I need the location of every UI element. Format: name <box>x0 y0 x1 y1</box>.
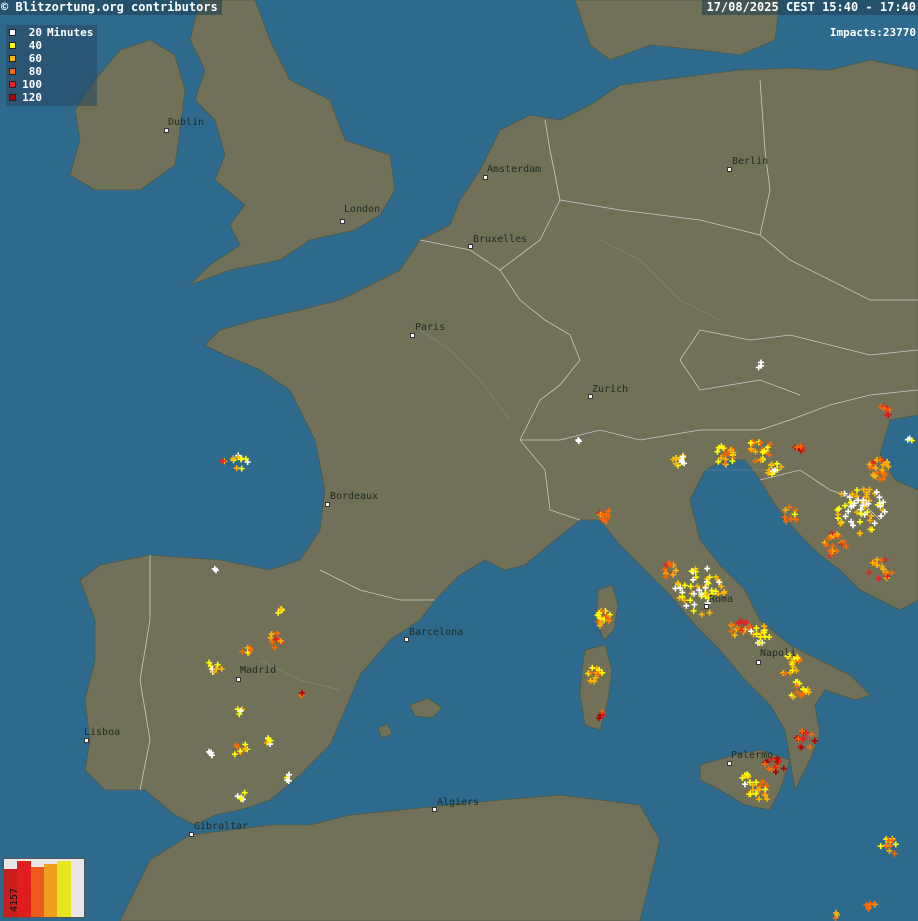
city-label-lisboa: Lisboa <box>84 727 121 738</box>
legend-swatch <box>9 42 16 49</box>
city-dot-dublin <box>164 128 169 133</box>
credit-text: © Blitzortung.org contributors <box>0 0 222 15</box>
timeframe-text: 17/08/2025 CEST 15:40 - 17:40 <box>702 0 918 15</box>
legend-row: 80 <box>9 65 93 78</box>
city-dot-paris <box>410 333 415 338</box>
city-label-london: London <box>344 204 381 215</box>
city-dot-lisboa <box>84 738 89 743</box>
city-dot-napoli <box>756 660 761 665</box>
legend-swatch <box>9 55 16 62</box>
legend-row: 60 <box>9 52 93 65</box>
impacts-value: 23770 <box>882 26 916 39</box>
stats-bar <box>57 861 71 917</box>
legend-label: 120 <box>22 91 42 104</box>
city-label-bruxelles: Bruxelles <box>473 234 528 245</box>
legend-swatch <box>9 94 16 101</box>
legend-label: 100 <box>22 78 42 91</box>
city-dot-berlin <box>727 167 732 172</box>
legend-unit: Minutes <box>47 26 94 39</box>
impacts-counter: Impacts:23770 <box>830 26 916 39</box>
city-label-zurich: Zurich <box>592 384 629 395</box>
legend-label: 40 <box>28 39 42 52</box>
stats-bar <box>43 863 58 917</box>
legend-label: 20 <box>28 26 42 39</box>
city-label-bordeaux: Bordeaux <box>330 491 379 502</box>
city-label-paris: Paris <box>415 322 446 333</box>
city-label-barcelona: Barcelona <box>409 627 464 638</box>
stats-bar <box>30 866 44 917</box>
lightning-map[interactable]: Dublin London Amsterdam Berlin Bruxelles… <box>0 0 918 921</box>
city-label-amsterdam: Amsterdam <box>487 164 542 175</box>
city-dot-bordeaux <box>325 502 330 507</box>
city-label-roma: Roma <box>709 594 734 605</box>
city-label-gibraltar: Gibraltar <box>194 821 249 832</box>
legend-swatch <box>9 81 16 88</box>
city-dot-amsterdam <box>483 175 488 180</box>
city-dot-palermo <box>727 761 732 766</box>
city-label-berlin: Berlin <box>732 156 769 167</box>
impacts-label: Impacts: <box>829 26 883 39</box>
legend-label: 60 <box>28 52 42 65</box>
legend-swatch <box>9 68 16 75</box>
legend-label: 80 <box>28 65 42 78</box>
stats-bar <box>70 862 84 917</box>
city-dot-gibraltar <box>189 832 194 837</box>
city-label-madrid: Madrid <box>240 665 277 676</box>
city-label-palermo: Palermo <box>731 750 774 761</box>
stats-value: 4157 <box>9 887 20 912</box>
legend-row: 120 <box>9 91 93 104</box>
city-dot-madrid <box>236 677 241 682</box>
city-dot-london <box>340 219 345 224</box>
city-label-algiers: Algiers <box>437 797 480 808</box>
legend-row: 100 <box>9 78 93 91</box>
city-label-napoli: Napoli <box>760 648 797 659</box>
legend-row: 20 Minutes <box>9 26 93 39</box>
legend-row: 40 <box>9 39 93 52</box>
legend: 20 Minutes 40 60 80 100 120 <box>6 25 98 106</box>
legend-swatch <box>9 29 16 36</box>
map-canvas <box>0 0 918 921</box>
city-label-dublin: Dublin <box>168 117 205 128</box>
strike-stats-chart: 4157 <box>3 858 85 918</box>
